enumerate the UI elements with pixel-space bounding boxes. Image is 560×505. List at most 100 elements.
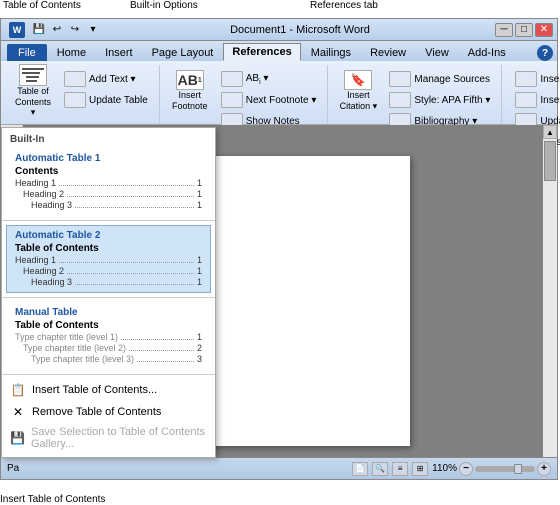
insert-footnote-button[interactable]: AB1 InsertFootnote bbox=[168, 67, 212, 115]
auto-table1-preview: Contents Heading 11 Heading 21 Heading 3… bbox=[15, 166, 202, 210]
auto-table2-row-h3: Heading 31 bbox=[15, 277, 202, 287]
undo-quick-btn[interactable]: ↩ bbox=[49, 22, 65, 38]
auto-table1-row-h2: Heading 21 bbox=[15, 189, 202, 199]
insert-caption-button[interactable]: Insert Caption bbox=[510, 69, 560, 89]
add-text-button[interactable]: Add Text ▾ bbox=[59, 69, 153, 89]
scroll-track bbox=[543, 139, 557, 463]
status-icon-3[interactable]: ≡ bbox=[392, 462, 408, 476]
style-button[interactable]: Style: APA Fifth ▾ bbox=[384, 90, 495, 110]
remove-toc-label: Remove Table of Contents bbox=[32, 406, 161, 418]
footnote-icon: AB1 bbox=[176, 70, 204, 90]
manual-table-row-l3: Type chapter title (level 3)3 bbox=[15, 354, 202, 364]
ribbon-tabs: File Home Insert Page Layout References … bbox=[1, 41, 557, 61]
tab-add-ins[interactable]: Add-Ins bbox=[459, 44, 515, 61]
zoom-plus-button[interactable]: + bbox=[537, 462, 551, 476]
redo-quick-btn[interactable]: ↪ bbox=[67, 22, 83, 38]
tab-file[interactable]: File bbox=[7, 44, 47, 61]
manual-table-preview: Table of Contents Type chapter title (le… bbox=[15, 320, 202, 364]
manual-table-option[interactable]: Manual Table Table of Contents Type chap… bbox=[6, 302, 211, 370]
tab-page-layout[interactable]: Page Layout bbox=[143, 44, 223, 61]
tab-mailings[interactable]: Mailings bbox=[302, 44, 360, 61]
window-controls: ─ □ ✕ bbox=[495, 23, 553, 37]
manage-sources-button[interactable]: Manage Sources bbox=[384, 69, 495, 89]
tab-insert[interactable]: Insert bbox=[96, 44, 142, 61]
footnotes-ribbon-group: AB1 InsertFootnote ABi ▾ Next Footnote ▾… bbox=[162, 65, 329, 124]
main-window: W 💾 ↩ ↪ ▾ Document1 - Microsoft Word ─ □… bbox=[0, 18, 558, 480]
ribbon: Table ofContents ▾ Add Text ▾ Update Tab… bbox=[1, 61, 557, 125]
remove-toc-action[interactable]: ✕ Remove Table of Contents bbox=[2, 401, 215, 423]
table-figures-icon bbox=[515, 92, 537, 108]
insert-citation-button[interactable]: 🔖 InsertCitation ▾ bbox=[336, 67, 380, 115]
auto-table2-title: Automatic Table 2 bbox=[15, 230, 202, 241]
toc-small-buttons: Add Text ▾ Update Table bbox=[59, 67, 153, 110]
insert-endnote-button[interactable]: ABi ▾ bbox=[216, 69, 322, 89]
save-quick-btn[interactable]: 💾 bbox=[31, 22, 47, 38]
citations-group-content: 🔖 InsertCitation ▾ Manage Sources Style:… bbox=[336, 65, 495, 131]
manual-table-row-toc: Table of Contents bbox=[15, 320, 202, 331]
table-of-contents-button[interactable]: Table ofContents ▾ bbox=[11, 67, 55, 115]
citations-small-buttons: Manage Sources Style: APA Fifth ▾ Biblio… bbox=[384, 67, 495, 131]
manual-table-title: Manual Table bbox=[15, 307, 202, 318]
style-icon bbox=[389, 92, 411, 108]
manage-sources-icon bbox=[389, 71, 411, 87]
zoom-control: 110% − + bbox=[432, 462, 551, 476]
vertical-scrollbar[interactable]: ▲ ▼ bbox=[543, 125, 557, 477]
insert-toc-action[interactable]: 📋 Insert Table of Contents... bbox=[2, 379, 215, 401]
scroll-up-arrow[interactable]: ▲ bbox=[543, 125, 557, 139]
update-table-button[interactable]: Update Table bbox=[59, 90, 153, 110]
zoom-slider-thumb[interactable] bbox=[514, 464, 522, 474]
manual-table-row-l1: Type chapter title (level 1)1 bbox=[15, 332, 202, 342]
auto-table2-row-toc: Table of Contents bbox=[15, 243, 202, 254]
insert-toc-icon: 📋 bbox=[10, 382, 26, 398]
tab-review[interactable]: Review bbox=[361, 44, 415, 61]
page-status: Pa bbox=[7, 463, 19, 474]
statusbar: Pa 📄 🔍 ≡ ⊞ 110% − + bbox=[1, 457, 557, 479]
separator-1 bbox=[2, 220, 215, 221]
auto-table1-row-contents: Contents bbox=[15, 166, 202, 177]
help-button[interactable]: ? bbox=[537, 45, 553, 61]
insert-table-figures-button[interactable]: Insert Table of Figures bbox=[510, 90, 560, 110]
zoom-minus-button[interactable]: − bbox=[459, 462, 473, 476]
save-selection-icon: 💾 bbox=[10, 430, 25, 446]
tab-references[interactable]: References bbox=[223, 43, 300, 61]
status-icon-4[interactable]: ⊞ bbox=[412, 462, 428, 476]
main-content-area: Pa Built-In Automatic Table 1 Contents H… bbox=[1, 125, 557, 477]
insert-toc-label: Insert Table of Contents... bbox=[32, 384, 157, 396]
auto-table2-preview: Table of Contents Heading 11 Heading 21 … bbox=[15, 243, 202, 287]
annotation-toc: Table of Contents bbox=[3, 0, 81, 11]
toc-button-icon bbox=[19, 64, 47, 86]
save-selection-label: Save Selection to Table of Contents Gall… bbox=[31, 426, 207, 450]
toc-ribbon-group: Table ofContents ▾ Add Text ▾ Update Tab… bbox=[5, 65, 160, 124]
save-selection-action: 💾 Save Selection to Table of Contents Ga… bbox=[2, 423, 215, 453]
annotation-references: References tab bbox=[310, 0, 378, 11]
captions-ribbon-group: Insert Caption Insert Table of Figures U… bbox=[504, 65, 560, 124]
separator-3 bbox=[2, 374, 215, 375]
zoom-slider[interactable] bbox=[475, 466, 535, 472]
window-title: Document1 - Microsoft Word bbox=[105, 24, 495, 36]
toc-dropdown-menu: Built-In Automatic Table 1 Contents Head… bbox=[1, 127, 216, 458]
automatic-table-2-option[interactable]: Automatic Table 2 Table of Contents Head… bbox=[6, 225, 211, 293]
minimize-button[interactable]: ─ bbox=[495, 23, 513, 37]
auto-table1-row-h3: Heading 31 bbox=[15, 200, 202, 210]
citation-icon: 🔖 bbox=[344, 70, 372, 90]
scroll-thumb[interactable] bbox=[544, 141, 556, 181]
status-icon-1[interactable]: 📄 bbox=[352, 462, 368, 476]
status-icon-2[interactable]: 🔍 bbox=[372, 462, 388, 476]
citation-label: InsertCitation ▾ bbox=[340, 90, 378, 112]
auto-table1-row-h1: Heading 11 bbox=[15, 178, 202, 188]
tab-home[interactable]: Home bbox=[48, 44, 95, 61]
maximize-button[interactable]: □ bbox=[515, 23, 533, 37]
remove-toc-icon: ✕ bbox=[10, 404, 26, 420]
next-footnote-button[interactable]: Next Footnote ▾ bbox=[216, 90, 322, 110]
word-icon: W bbox=[9, 22, 25, 38]
zoom-level-text: 110% bbox=[432, 463, 457, 474]
footnotes-small-buttons: ABi ▾ Next Footnote ▾ Show Notes bbox=[216, 67, 322, 131]
quick-access-dropdown[interactable]: ▾ bbox=[85, 22, 101, 38]
tab-view[interactable]: View bbox=[416, 44, 458, 61]
citations-ribbon-group: 🔖 InsertCitation ▾ Manage Sources Style:… bbox=[330, 65, 502, 124]
footnotes-group-content: AB1 InsertFootnote ABi ▾ Next Footnote ▾… bbox=[168, 65, 322, 131]
automatic-table-1-option[interactable]: Automatic Table 1 Contents Heading 11 He… bbox=[6, 148, 211, 216]
close-button[interactable]: ✕ bbox=[535, 23, 553, 37]
toc-group-content: Table ofContents ▾ Add Text ▾ Update Tab… bbox=[11, 65, 153, 124]
add-text-icon bbox=[64, 71, 86, 87]
